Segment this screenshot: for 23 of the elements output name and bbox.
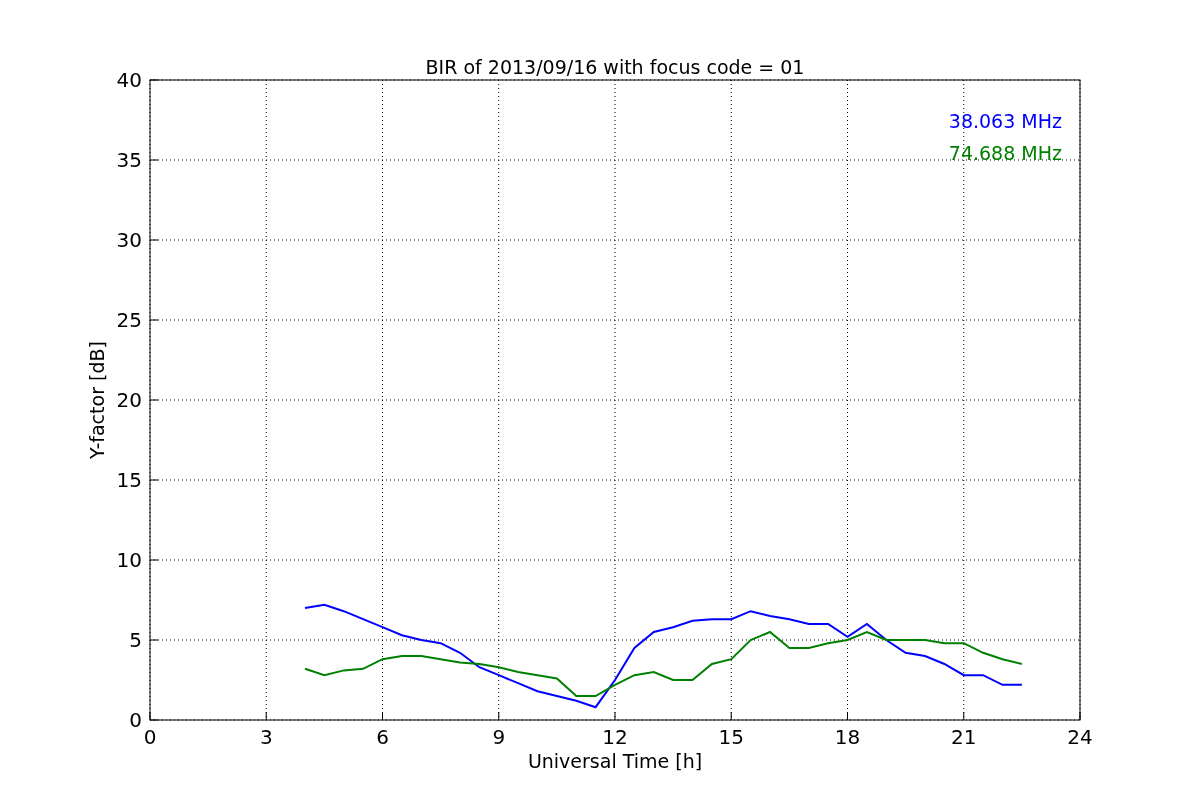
- y-tick-label: 40: [116, 68, 142, 92]
- x-tick-label: 3: [259, 725, 273, 749]
- x-tick-label: 9: [492, 725, 506, 749]
- y-tick-label: 35: [116, 148, 142, 172]
- x-tick-label: 18: [834, 725, 861, 749]
- x-tick-label: 21: [951, 725, 977, 749]
- y-tick-label: 25: [116, 308, 142, 332]
- y-tick-label: 30: [116, 228, 142, 252]
- x-axis-label: Universal Time [h]: [527, 750, 703, 772]
- x-tick-label: 24: [1067, 725, 1093, 749]
- x-tick-label: 6: [376, 725, 389, 749]
- legend-label: 38.063 MHz: [948, 110, 1062, 132]
- y-tick-label: 10: [116, 548, 142, 572]
- y-axis-label: Y-factor [dB]: [86, 341, 108, 459]
- legend-label: 74.688 MHz: [948, 142, 1062, 164]
- x-tick-label: 0: [143, 725, 157, 749]
- chart-title: BIR of 2013/09/16 with focus code = 01: [425, 56, 805, 78]
- y-tick-label: 15: [116, 468, 142, 492]
- y-tick-label: 5: [129, 628, 142, 652]
- y-tick-label: 20: [116, 388, 142, 412]
- y-tick-label: 0: [129, 708, 142, 732]
- x-tick-label: 12: [602, 725, 628, 749]
- x-tick-label: 15: [718, 725, 744, 749]
